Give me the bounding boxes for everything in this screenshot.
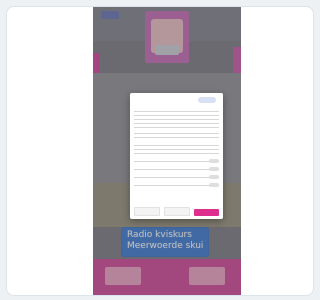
text-line — [134, 137, 219, 138]
text-line — [134, 185, 219, 186]
action-button-2[interactable] — [164, 207, 190, 216]
toggle-switch[interactable] — [209, 159, 219, 163]
dialog-actions — [134, 206, 219, 216]
accept-button[interactable] — [194, 209, 219, 216]
mobile-page: Radio kviskurs Meerwoerde skuif — [93, 7, 241, 295]
toggle-switch[interactable] — [209, 183, 219, 187]
action-button-1[interactable] — [134, 207, 160, 216]
text-line — [134, 161, 219, 162]
consent-dialog — [130, 93, 223, 219]
text-line — [134, 177, 219, 178]
text-line — [134, 153, 219, 154]
text-line — [134, 119, 219, 120]
dialog-brand-mark — [198, 97, 216, 103]
text-line — [134, 133, 219, 134]
dialog-header — [134, 96, 219, 108]
text-line — [134, 169, 219, 170]
text-line — [134, 149, 219, 150]
text-line — [134, 145, 219, 146]
text-line — [134, 111, 219, 112]
text-line — [134, 123, 219, 124]
text-line — [134, 127, 219, 128]
toggle-switch[interactable] — [209, 175, 219, 179]
text-line — [134, 115, 219, 116]
toggle-switch[interactable] — [209, 167, 219, 171]
dialog-body — [134, 109, 219, 199]
screenshot-frame: Radio kviskurs Meerwoerde skuif — [6, 6, 314, 296]
